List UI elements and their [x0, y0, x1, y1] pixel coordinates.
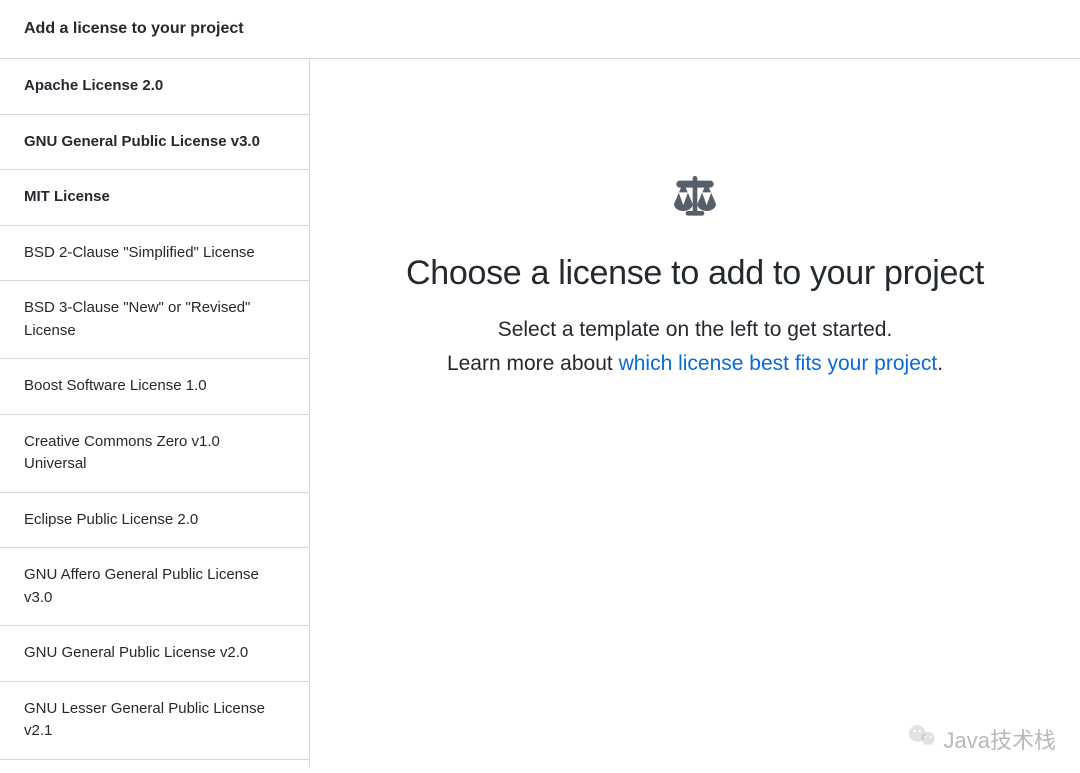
sidebar-item-license[interactable]: Mozilla Public License 2.0 — [0, 760, 309, 768]
sidebar-item-license[interactable]: Apache License 2.0 — [0, 59, 309, 115]
sidebar-item-license[interactable]: GNU Lesser General Public License v2.1 — [0, 682, 309, 760]
sidebar-item-label: Boost Software License 1.0 — [24, 377, 207, 394]
sidebar-item-label: Creative Commons Zero v1.0 Universal — [24, 433, 220, 473]
sidebar-item-label: GNU Lesser General Public License v2.1 — [24, 700, 265, 740]
subtext-prefix: Learn more about — [447, 352, 619, 375]
learn-more-link[interactable]: which license best fits your project — [619, 352, 938, 375]
sidebar-item-license[interactable]: Creative Commons Zero v1.0 Universal — [0, 415, 309, 493]
sidebar-item-label: GNU General Public License v3.0 — [24, 133, 260, 150]
sidebar-item-license[interactable]: GNU General Public License v2.0 — [0, 626, 309, 682]
header: Add a license to your project — [0, 0, 1080, 59]
sidebar-item-license[interactable]: Eclipse Public License 2.0 — [0, 493, 309, 549]
sidebar-item-license[interactable]: MIT License — [0, 170, 309, 226]
sidebar-item-label: MIT License — [24, 188, 110, 205]
sidebar-item-label: GNU General Public License v2.0 — [24, 644, 248, 661]
main-heading: Choose a license to add to your project — [406, 254, 984, 293]
page-title: Add a license to your project — [24, 20, 1056, 38]
content-wrapper: Apache License 2.0 GNU General Public Lic… — [0, 59, 1080, 767]
sidebar-item-label: BSD 2-Clause "Simplified" License — [24, 244, 255, 261]
subtext-suffix: . — [937, 352, 943, 375]
subtext-line-1: Select a template on the left to get sta… — [447, 313, 943, 347]
main-subtext: Select a template on the left to get sta… — [447, 313, 943, 380]
sidebar-item-label: Apache License 2.0 — [24, 77, 163, 94]
sidebar-item-license[interactable]: BSD 3-Clause "New" or "Revised" License — [0, 281, 309, 359]
sidebar-item-label: BSD 3-Clause "New" or "Revised" License — [24, 299, 250, 339]
sidebar-item-label: Eclipse Public License 2.0 — [24, 511, 198, 528]
sidebar-item-license[interactable]: Boost Software License 1.0 — [0, 359, 309, 415]
sidebar-item-license[interactable]: GNU General Public License v3.0 — [0, 115, 309, 171]
sidebar-item-license[interactable]: BSD 2-Clause "Simplified" License — [0, 226, 309, 282]
sidebar-item-label: GNU Affero General Public License v3.0 — [24, 566, 259, 606]
license-sidebar: Apache License 2.0 GNU General Public Lic… — [0, 59, 310, 767]
subtext-line-2: Learn more about which license best fits… — [447, 347, 943, 381]
sidebar-item-license[interactable]: GNU Affero General Public License v3.0 — [0, 548, 309, 626]
main-panel: Choose a license to add to your project … — [310, 59, 1080, 767]
balance-scale-icon — [663, 169, 727, 230]
